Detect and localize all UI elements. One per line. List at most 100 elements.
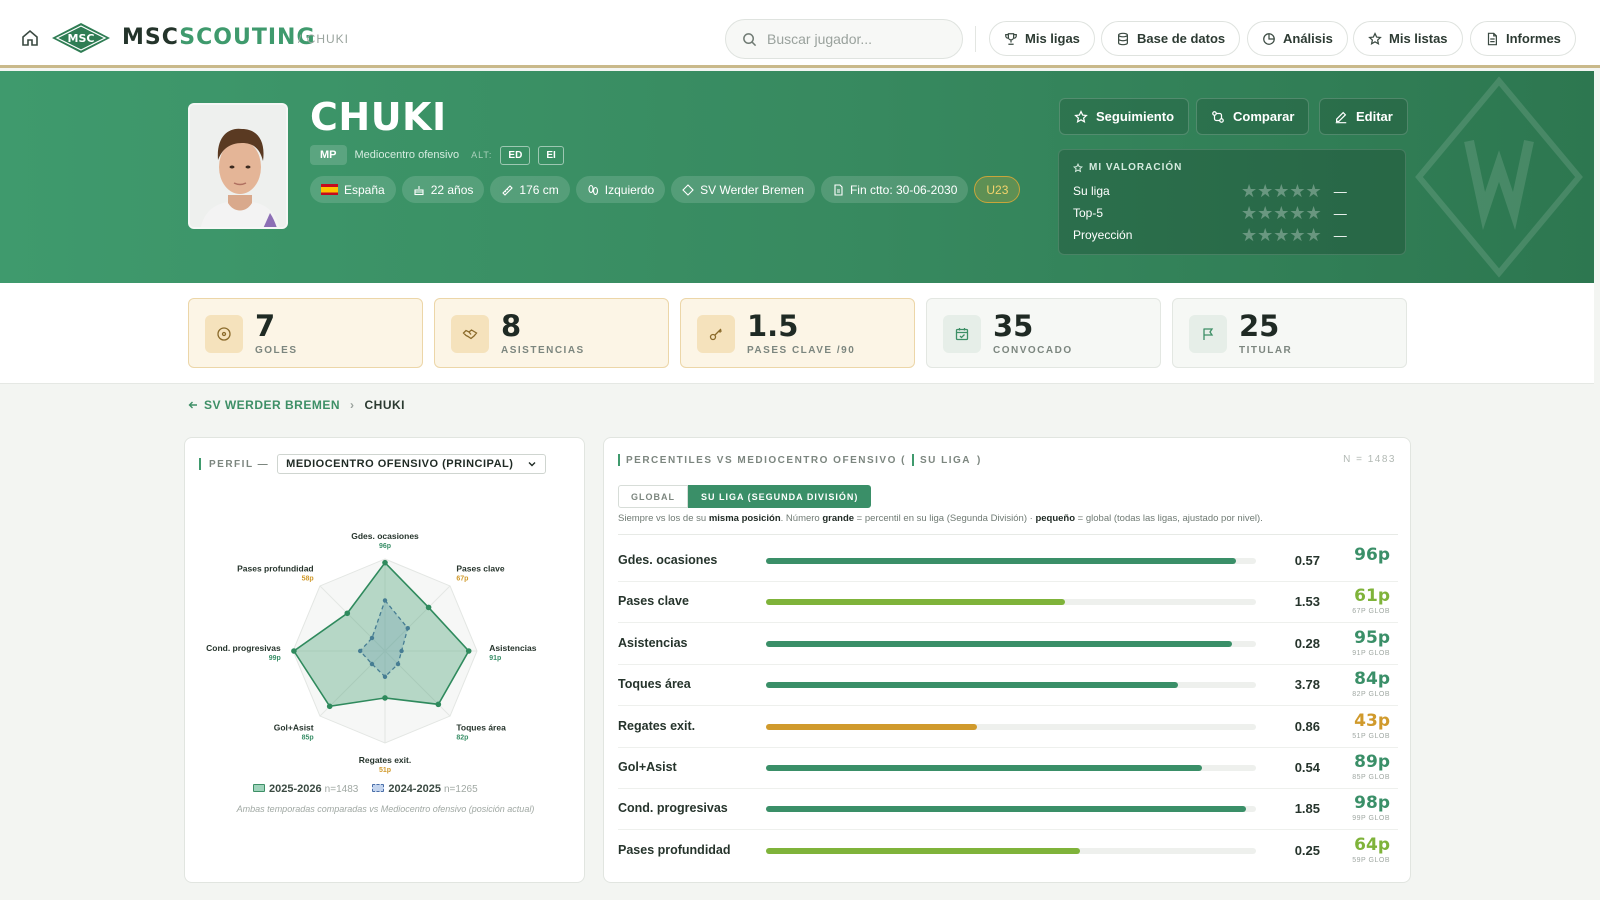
percentile-row: Gdes. ocasiones 0.57 96p [618, 541, 1398, 582]
brand-part-2: SCOUTING [179, 25, 316, 50]
radar-axis-percentile: 58p [302, 576, 314, 583]
age-label: 22 años [430, 182, 474, 197]
nav-analisis-label: Análisis [1283, 31, 1333, 46]
radar-note: Ambas temporadas comparadas vs Mediocent… [236, 804, 535, 814]
player-photo [188, 103, 288, 229]
percentile-track [766, 640, 1256, 647]
stat-card-key-passes: 1.5 PASES CLAVE /90 [680, 298, 915, 368]
radar-axis-percentile: 85p [302, 734, 314, 741]
radar-axis-label: Pases profundidad [237, 564, 314, 574]
stat-card-starter: 25 TITULAR [1172, 298, 1407, 368]
stat-value: 7 [255, 309, 276, 343]
height-label: 176 cm [519, 182, 559, 197]
stat-card-assists: 8 ASISTENCIAS [434, 298, 669, 368]
my-rating-title: MI VALORACIÓN [1073, 162, 1182, 173]
search-input[interactable] [767, 31, 947, 47]
rating-label: Top-5 [1073, 206, 1104, 220]
metric-name: Gol+Asist [618, 760, 677, 774]
home-icon[interactable] [20, 28, 40, 48]
nav-analisis-button[interactable]: Análisis [1247, 21, 1348, 56]
metric-percentile: 64p [1354, 834, 1390, 855]
nav-informes-button[interactable]: Informes [1470, 21, 1576, 56]
nav-base-de-datos-button[interactable]: Base de datos [1101, 21, 1241, 56]
handshake-icon [462, 329, 478, 340]
header-crumb: / CHUKI [298, 32, 350, 46]
percentile-track [766, 806, 1256, 813]
breadcrumb: SV WERDER BREMEN › CHUKI [188, 398, 405, 412]
stat-value: 25 [1239, 309, 1280, 343]
radar-point-current [465, 648, 472, 654]
stat-label: CONVOCADO [993, 345, 1073, 356]
radar-point-current [435, 701, 442, 708]
percentile-fill [766, 640, 1232, 647]
radar-axis-label: Toques área [456, 722, 506, 732]
metric-percentile: 98p [1354, 793, 1390, 814]
note-bold: grande [822, 513, 855, 524]
metric-name: Cond. progresivas [618, 801, 728, 816]
metric-name: Asistencias [618, 635, 688, 650]
stat-icon-box [943, 315, 981, 353]
age-chip: 22 años [401, 176, 485, 203]
percentile-track [766, 723, 1256, 730]
tab-global[interactable]: GLOBAL [618, 485, 688, 508]
percentiles-title-text: PERCENTILES VS MEDIOCENTRO OFENSIVO ( [626, 454, 906, 466]
metric-percentile: 95p [1354, 627, 1390, 648]
percentile-fill [766, 682, 1178, 689]
radar-axis-percentile: 99p [269, 655, 281, 662]
foot-chip: Izquierdo [575, 176, 666, 203]
legend-season: 2025-2026 [269, 783, 322, 795]
chevron-down-icon [528, 462, 536, 467]
compare-label: Comparar [1233, 109, 1295, 124]
nav-divider [975, 26, 976, 52]
club-crest-watermark-icon [1415, 76, 1583, 278]
trophy-icon [1005, 32, 1017, 45]
club-chip[interactable]: SV Werder Bremen [671, 176, 815, 203]
rating-stars[interactable]: ★★★★★ [1241, 204, 1322, 222]
metric-percentile: 84p [1354, 669, 1390, 690]
document-icon [834, 183, 843, 196]
breadcrumb-club-label: SV WERDER BREMEN [204, 398, 341, 412]
top-navigation: MSC MSCSCOUTING / CHUKI Mis ligas Base d… [0, 0, 1600, 68]
metric-value: 0.57 [1294, 553, 1320, 568]
alt-position-badge: EI [538, 145, 564, 165]
compare-button[interactable]: Comparar [1196, 98, 1310, 135]
metric-value: 1.53 [1294, 594, 1320, 610]
star-icon [1074, 109, 1088, 123]
nav-mis-ligas-button[interactable]: Mis ligas [989, 21, 1095, 56]
rating-row: Su liga ★★★★★ — [1073, 182, 1393, 200]
note-text: = percentil en su liga (Segunda División… [854, 513, 1036, 524]
metric-value: 0.28 [1294, 635, 1320, 651]
divider [618, 534, 1398, 535]
stat-icon-box [697, 315, 735, 353]
breadcrumb-club-link[interactable]: SV WERDER BREMEN [188, 398, 340, 412]
rating-stars[interactable]: ★★★★★ [1241, 182, 1322, 200]
percentiles-title-close: ) [977, 454, 982, 466]
metric-global-percentile: 67P GLOB [1352, 608, 1390, 616]
search-icon [743, 32, 757, 46]
brand-name[interactable]: MSCSCOUTING [122, 25, 316, 50]
rating-stars[interactable]: ★★★★★ [1241, 226, 1322, 244]
percentile-row: Toques área 3.78 84p 82P GLOB [618, 665, 1398, 707]
tab-su-liga[interactable]: SU LIGA (SEGUNDA DIVISIÓN) [688, 485, 872, 508]
metric-name: Pases clave [618, 594, 689, 609]
follow-button[interactable]: Seguimiento [1059, 98, 1190, 135]
star-outline-icon [1073, 162, 1083, 172]
percentile-row: Asistencias 0.28 95p 91P GLOB [618, 624, 1398, 665]
percentiles-title: PERCENTILES VS MEDIOCENTRO OFENSIVO ( SU… [618, 454, 982, 466]
chart-icon [1263, 32, 1275, 45]
player-name: CHUKI [310, 95, 447, 139]
radar-axis-percentile: 96p [379, 543, 391, 550]
foot-label: Izquierdo [604, 182, 655, 197]
stat-value: 8 [501, 309, 522, 343]
nav-informes-label: Informes [1506, 31, 1561, 46]
my-rating-card: MI VALORACIÓN Su liga ★★★★★ — Top-5 ★★★★… [1058, 149, 1406, 255]
stat-icon-box [451, 315, 489, 353]
nav-base-de-datos-label: Base de datos [1137, 31, 1226, 46]
brand-logo[interactable]: MSC [51, 22, 111, 54]
edit-button[interactable]: Editar [1319, 98, 1408, 135]
nav-mis-listas-button[interactable]: Mis listas [1353, 21, 1463, 56]
search-box[interactable] [725, 19, 963, 59]
legend-n: n=1483 [324, 784, 359, 795]
percentile-row: Cond. progresivas 1.85 98p 99P GLOB [618, 789, 1398, 831]
profile-select[interactable]: MEDIOCENTRO OFENSIVO (PRINCIPAL) [277, 454, 547, 474]
